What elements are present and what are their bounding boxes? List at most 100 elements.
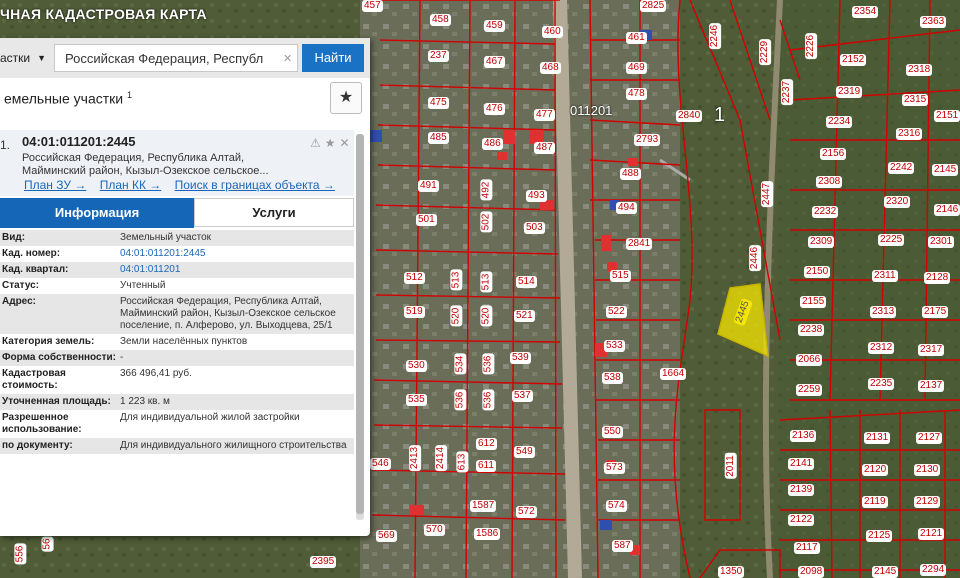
plot-number-label[interactable]: 539: [510, 352, 531, 364]
plot-number-label[interactable]: 2315: [902, 94, 929, 106]
plot-number-label[interactable]: 536: [454, 389, 467, 411]
tab-information[interactable]: Информация: [0, 198, 194, 228]
search-input[interactable]: Российская Федерация, Республ: [54, 44, 298, 72]
plot-number-label[interactable]: 536: [482, 389, 495, 411]
plot-number-label[interactable]: 2130: [914, 464, 941, 476]
plot-number-label[interactable]: 2320: [884, 196, 911, 208]
plot-number-label[interactable]: 2011: [724, 453, 737, 479]
plot-number-label[interactable]: 515: [610, 270, 631, 282]
plot-number-label[interactable]: 2246: [709, 22, 722, 50]
plot-number-label[interactable]: 2119: [862, 496, 888, 508]
plot-number-label[interactable]: 237: [428, 50, 449, 62]
plot-number-label[interactable]: 534: [454, 353, 467, 375]
plot-number-label[interactable]: 2117: [794, 542, 820, 554]
plot-number-label[interactable]: 2235: [868, 378, 895, 390]
plot-number-label[interactable]: 493: [526, 190, 547, 202]
plot-number-label[interactable]: 2840: [676, 110, 703, 122]
plot-number-label[interactable]: 2137: [918, 380, 945, 392]
warning-icon[interactable]: ⚠: [310, 136, 325, 150]
plot-number-label[interactable]: 467: [484, 56, 505, 68]
plot-number-label[interactable]: 546: [370, 458, 391, 470]
plot-number-label[interactable]: 461: [626, 32, 647, 44]
plot-number-label[interactable]: 2294: [920, 564, 947, 576]
plot-number-label[interactable]: 536: [482, 353, 495, 375]
plot-number-label[interactable]: 469: [626, 62, 647, 74]
tab-services[interactable]: Услуги: [194, 198, 354, 227]
plot-number-label[interactable]: 520: [450, 305, 463, 327]
plot-number-label[interactable]: 2122: [788, 514, 815, 526]
plot-number-label[interactable]: 2156: [820, 148, 847, 160]
plot-number-label[interactable]: 2226: [805, 32, 818, 60]
plot-number-label[interactable]: 2121: [918, 528, 945, 540]
plot-number-label[interactable]: 492: [480, 179, 493, 201]
plot-number-label[interactable]: 485: [428, 132, 449, 144]
plot-number-label[interactable]: 478: [626, 88, 647, 100]
plot-number-label[interactable]: 2066: [796, 354, 823, 366]
plot-number-label[interactable]: 2414: [435, 444, 448, 472]
plot-number-label[interactable]: 1664: [660, 368, 687, 380]
plot-number-label[interactable]: 457: [362, 0, 383, 12]
plot-number-label[interactable]: 2141: [788, 458, 815, 470]
close-icon[interactable]: ✕: [340, 136, 354, 150]
plot-number-label[interactable]: 2446: [749, 244, 762, 272]
plot-number-label[interactable]: 2354: [852, 6, 879, 18]
plot-number-label[interactable]: 2238: [798, 324, 825, 336]
plot-number-label[interactable]: 2308: [816, 176, 843, 188]
scrollbar-thumb[interactable]: [356, 134, 364, 514]
plot-number-label[interactable]: 556: [14, 543, 27, 565]
plot-number-label[interactable]: 550: [602, 426, 623, 438]
plot-number-label[interactable]: 491: [418, 180, 439, 192]
plot-number-label[interactable]: 2120: [862, 464, 889, 476]
plot-number-label[interactable]: 2151: [934, 110, 960, 122]
plot-number-label[interactable]: 514: [516, 276, 537, 288]
plot-number-label[interactable]: 458: [430, 14, 451, 26]
plot-number-label[interactable]: 494: [616, 202, 637, 214]
plot-number-label[interactable]: 2098: [798, 566, 825, 578]
plot-number-label[interactable]: 2413: [409, 444, 422, 472]
panel-scrollbar[interactable]: [356, 134, 364, 520]
object-type-select[interactable]: астки ▼: [0, 46, 52, 70]
plot-number-label[interactable]: 521: [514, 310, 535, 322]
plot-number-label[interactable]: 2318: [906, 64, 933, 76]
plot-number-label[interactable]: 512: [404, 272, 425, 284]
plot-number-label[interactable]: 501: [416, 214, 437, 226]
plot-number-label[interactable]: 2825: [640, 0, 667, 12]
plot-number-label[interactable]: 520: [480, 305, 493, 327]
plot-number-label[interactable]: 569: [376, 530, 397, 542]
plot-number-label[interactable]: 538: [602, 372, 623, 384]
plot-number-label[interactable]: 2447: [761, 180, 774, 208]
plot-number-label[interactable]: 2155: [800, 296, 827, 308]
plot-number-label[interactable]: 2125: [866, 530, 893, 542]
plot-number-label[interactable]: 2317: [918, 344, 945, 356]
plot-number-label[interactable]: 572: [516, 506, 537, 518]
plot-number-label[interactable]: 513: [450, 269, 463, 291]
plot-number-label[interactable]: 2234: [826, 116, 853, 128]
plot-number-label[interactable]: 2225: [878, 234, 905, 246]
plot-number-label[interactable]: 533: [604, 340, 625, 352]
plot-number-label[interactable]: 468: [540, 62, 561, 74]
plot-number-label[interactable]: 2232: [812, 206, 839, 218]
plot-number-label[interactable]: 611: [476, 460, 496, 472]
plot-number-label[interactable]: 2841: [626, 238, 653, 250]
plot-number-label[interactable]: 2229: [759, 38, 772, 66]
plot-number-label[interactable]: 535: [406, 394, 427, 406]
plot-number-label[interactable]: 549: [514, 446, 535, 458]
plot-number-label[interactable]: 487: [534, 142, 555, 154]
plot-number-label[interactable]: 2311: [872, 270, 898, 282]
search-button[interactable]: Найти: [302, 44, 364, 72]
plot-number-label[interactable]: 488: [620, 168, 641, 180]
plot-number-label[interactable]: 522: [606, 306, 627, 318]
plot-number-label[interactable]: 502: [480, 211, 493, 233]
favorites-button[interactable]: ★: [330, 82, 362, 114]
plot-number-label[interactable]: 2175: [922, 306, 949, 318]
plot-number-label[interactable]: 477: [534, 109, 555, 121]
plot-number-label[interactable]: 460: [542, 26, 563, 38]
plot-number-label[interactable]: 2152: [840, 54, 867, 66]
plan-zu-link[interactable]: План ЗУ →: [24, 178, 86, 192]
plot-number-label[interactable]: 2145: [932, 164, 959, 176]
plot-number-label[interactable]: 612: [476, 438, 497, 450]
plot-number-label[interactable]: 2128: [924, 272, 951, 284]
plot-number-label[interactable]: 459: [484, 20, 505, 32]
detail-value-link[interactable]: 04:01:011201: [118, 262, 354, 278]
plot-number-label[interactable]: 2363: [920, 16, 947, 28]
